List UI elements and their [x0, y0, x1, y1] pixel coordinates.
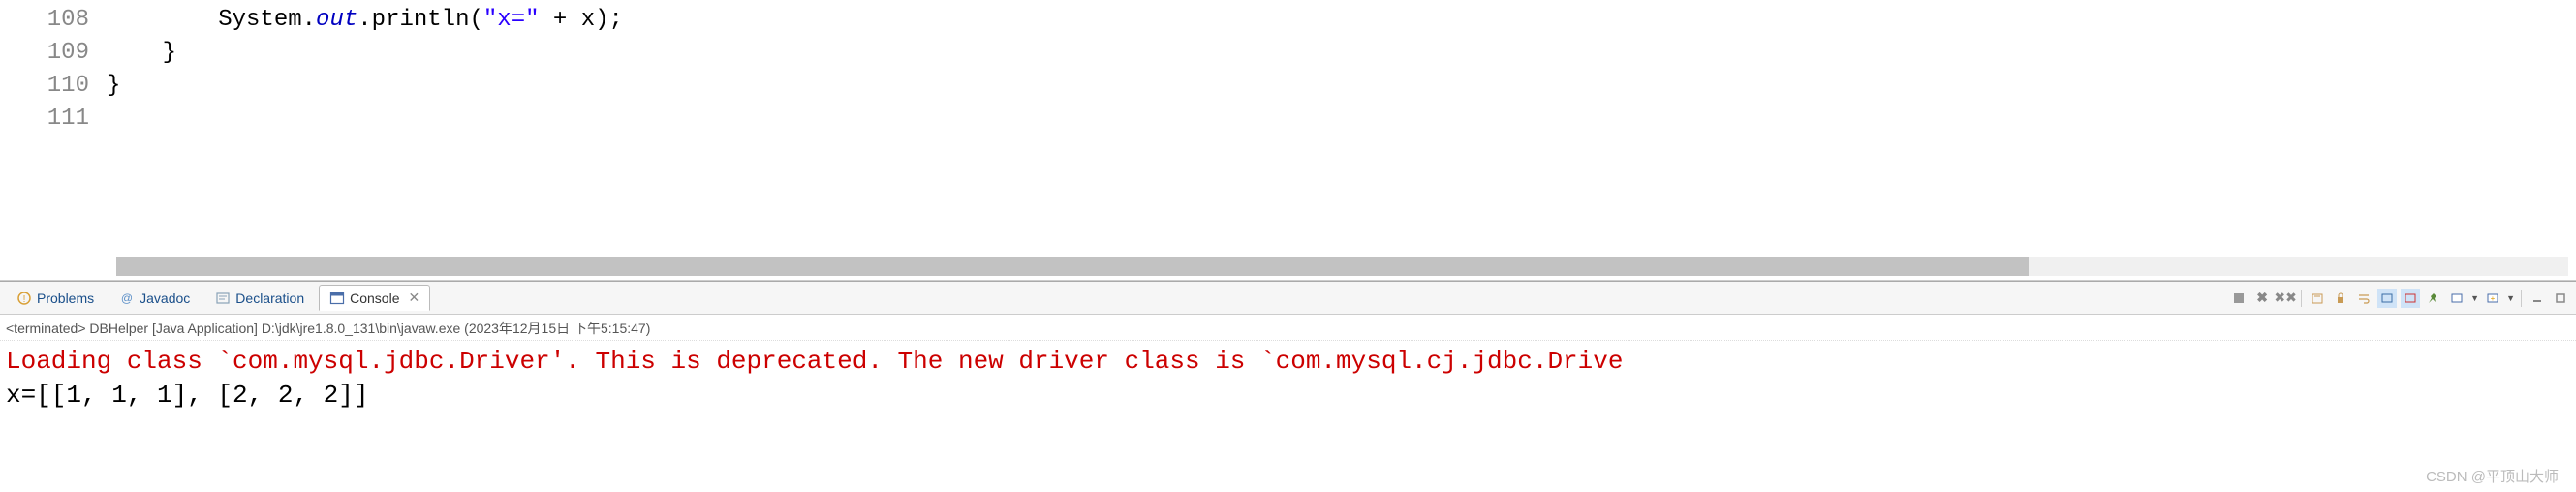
- views-tab-bar: ! Problems @ Javadoc Declaration Console…: [0, 282, 2576, 315]
- remove-all-terminated-icon[interactable]: ✖✖: [2276, 289, 2295, 308]
- close-tab-icon[interactable]: ✕: [409, 290, 420, 306]
- console-output[interactable]: Loading class `com.mysql.jdbc.Driver'. T…: [0, 341, 2576, 492]
- scroll-lock-icon[interactable]: [2331, 289, 2350, 308]
- tab-label: Console: [350, 291, 399, 306]
- tab-declaration[interactable]: Declaration: [204, 286, 315, 311]
- svg-text:@: @: [121, 292, 133, 305]
- svg-text:!: !: [23, 294, 26, 305]
- display-selected-console-icon[interactable]: [2447, 289, 2467, 308]
- line-number: 109: [0, 37, 89, 70]
- line-number: 108: [0, 4, 89, 37]
- code-line[interactable]: }: [107, 70, 2576, 103]
- watermark-text: CSDN @平顶山大师: [2426, 466, 2559, 486]
- remove-launch-icon[interactable]: ✖: [2252, 289, 2272, 308]
- clear-console-icon[interactable]: [2308, 289, 2327, 308]
- tab-label: Javadoc: [140, 291, 190, 306]
- show-console-on-out-icon[interactable]: [2377, 289, 2397, 308]
- horizontal-scrollbar[interactable]: [116, 257, 2568, 276]
- code-line[interactable]: System.out.println("x=" + x);: [107, 4, 2576, 37]
- separator: [2301, 290, 2302, 307]
- code-line[interactable]: }: [107, 37, 2576, 70]
- bottom-views-pane: ! Problems @ Javadoc Declaration Console…: [0, 281, 2576, 492]
- console-toolbar: ✖ ✖✖ ▼ + ▼: [2229, 289, 2570, 308]
- console-stderr-line: Loading class `com.mysql.jdbc.Driver'. T…: [6, 345, 2570, 379]
- tab-problems[interactable]: ! Problems: [6, 286, 105, 311]
- problems-icon: !: [16, 291, 32, 306]
- line-number: 110: [0, 70, 89, 103]
- tab-label: Problems: [37, 291, 94, 306]
- terminate-icon[interactable]: [2229, 289, 2249, 308]
- word-wrap-icon[interactable]: [2354, 289, 2374, 308]
- svg-text:+: +: [2491, 294, 2496, 303]
- line-number-gutter: 108109110111: [0, 4, 107, 255]
- show-console-on-err-icon[interactable]: [2401, 289, 2420, 308]
- code-area[interactable]: 108109110111 System.out.println("x=" + x…: [0, 0, 2576, 255]
- code-line[interactable]: [107, 103, 2576, 136]
- code-lines[interactable]: System.out.println("x=" + x); }}: [107, 4, 2576, 255]
- console-status-line: <terminated> DBHelper [Java Application]…: [0, 315, 2576, 341]
- separator: [2521, 290, 2522, 307]
- scrollbar-thumb[interactable]: [116, 257, 2029, 276]
- pin-console-icon[interactable]: [2424, 289, 2443, 308]
- tab-console[interactable]: Console ✕: [319, 285, 430, 311]
- tab-label: Declaration: [235, 291, 304, 306]
- declaration-icon: [215, 291, 231, 306]
- line-number: 111: [0, 103, 89, 136]
- maximize-icon[interactable]: [2551, 289, 2570, 308]
- javadoc-icon: @: [119, 291, 135, 306]
- tab-javadoc[interactable]: @ Javadoc: [109, 286, 201, 311]
- open-console-icon[interactable]: +: [2483, 289, 2502, 308]
- dropdown-arrow-icon[interactable]: ▼: [2470, 293, 2479, 303]
- console-icon: [329, 291, 345, 306]
- code-editor-pane: 108109110111 System.out.println("x=" + x…: [0, 0, 2576, 281]
- console-stdout-line: x=[[1, 1, 1], [2, 2, 2]]: [6, 379, 2570, 413]
- dropdown-arrow-icon[interactable]: ▼: [2506, 293, 2515, 303]
- minimize-icon[interactable]: [2528, 289, 2547, 308]
